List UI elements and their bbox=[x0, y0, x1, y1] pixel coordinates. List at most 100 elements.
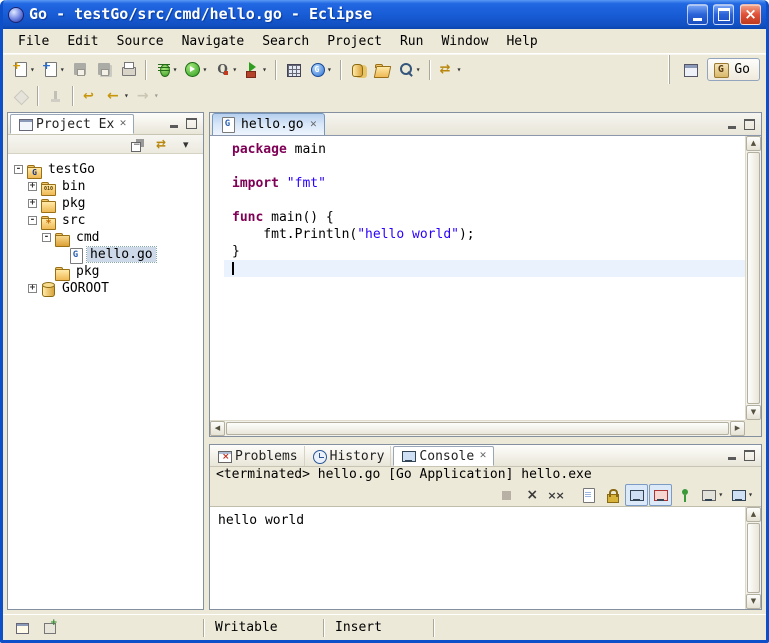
tab-project-explorer[interactable]: Project Ex ✕ bbox=[10, 114, 134, 134]
save-button[interactable] bbox=[69, 59, 92, 81]
go-perspective-button[interactable]: Go bbox=[707, 58, 760, 81]
menu-file[interactable]: File bbox=[9, 31, 58, 52]
titlebar[interactable]: Go - testGo/src/cmd/hello.go - Eclipse bbox=[3, 0, 766, 29]
tab-history[interactable]: History bbox=[305, 446, 392, 466]
print-button[interactable] bbox=[117, 59, 140, 81]
tree-expander[interactable]: - bbox=[42, 233, 51, 242]
scroll-left-button[interactable]: ◀ bbox=[210, 421, 225, 436]
minimize-button[interactable] bbox=[687, 4, 708, 25]
tree-item-testgo[interactable]: -testGo bbox=[8, 161, 203, 178]
maximize-editor-button[interactable] bbox=[742, 117, 757, 132]
code-line[interactable]: } bbox=[224, 243, 745, 260]
go-browser-button[interactable]: ▾ bbox=[306, 59, 335, 81]
code-line[interactable]: package main bbox=[224, 141, 745, 158]
collapse-all-button[interactable] bbox=[126, 136, 149, 153]
scroll-thumb[interactable] bbox=[747, 152, 760, 404]
tree-expander[interactable]: - bbox=[14, 165, 23, 174]
close-button[interactable] bbox=[740, 4, 761, 25]
open-resource-button[interactable] bbox=[371, 59, 394, 81]
menu-source[interactable]: Source bbox=[108, 31, 173, 52]
console-body[interactable]: hello world ▲ ▼ bbox=[210, 506, 761, 609]
tree-item-cmd[interactable]: -cmd bbox=[8, 229, 203, 246]
maximize-console-button[interactable] bbox=[742, 448, 757, 463]
menu-search[interactable]: Search bbox=[253, 31, 318, 52]
workbench-status-button[interactable] bbox=[38, 617, 61, 639]
tab-console[interactable]: Console✕ bbox=[393, 446, 493, 466]
open-type-button[interactable] bbox=[347, 59, 370, 81]
open-console-button[interactable]: ▾ bbox=[727, 484, 756, 506]
tree-item-goroot[interactable]: +GOROOT bbox=[8, 280, 203, 297]
menu-help[interactable]: Help bbox=[497, 31, 546, 52]
tree-expander[interactable]: + bbox=[28, 284, 37, 293]
view-menu-button[interactable] bbox=[176, 136, 199, 153]
new-wizard-button[interactable]: ▾ bbox=[9, 59, 38, 81]
show-stdout-button[interactable] bbox=[625, 484, 648, 506]
link-with-editor-button[interactable] bbox=[151, 136, 174, 153]
close-editor-icon[interactable]: ✕ bbox=[310, 119, 318, 131]
run-button[interactable]: ▾ bbox=[181, 59, 210, 81]
pin-console-button[interactable] bbox=[673, 484, 696, 506]
debug-button[interactable]: ▾ bbox=[152, 59, 181, 81]
minimize-editor-button[interactable] bbox=[724, 117, 739, 132]
minimize-view-button[interactable] bbox=[166, 116, 181, 131]
remove-launch-button[interactable] bbox=[519, 484, 542, 506]
menu-edit[interactable]: Edit bbox=[58, 31, 107, 52]
scroll-down-button[interactable]: ▼ bbox=[746, 594, 761, 609]
open-perspective-button[interactable] bbox=[679, 59, 702, 81]
pin-editor-button[interactable] bbox=[44, 85, 67, 107]
scroll-right-button[interactable]: ▶ bbox=[730, 421, 745, 436]
scroll-up-button[interactable]: ▲ bbox=[746, 507, 761, 522]
show-stderr-button[interactable] bbox=[649, 484, 672, 506]
code-line[interactable]: func main() { bbox=[224, 209, 745, 226]
search-button[interactable]: ▾ bbox=[395, 59, 424, 81]
tree-item-src[interactable]: -src bbox=[8, 212, 203, 229]
tree-item-pkg[interactable]: +pkg bbox=[8, 263, 203, 280]
menu-window[interactable]: Window bbox=[432, 31, 497, 52]
menu-run[interactable]: Run bbox=[391, 31, 432, 52]
code-area[interactable]: package main import "fmt" func main() { fm… bbox=[224, 136, 745, 420]
code-line[interactable]: import "fmt" bbox=[224, 175, 745, 192]
editor-hscrollbar[interactable]: ◀ ▶ bbox=[210, 420, 745, 436]
go-grid-button[interactable] bbox=[282, 59, 305, 81]
close-tab-icon[interactable]: ✕ bbox=[479, 450, 487, 462]
maximize-button[interactable] bbox=[713, 4, 734, 25]
project-tree[interactable]: -testGo+bin+pkg-src-cmd+hello.go+pkg+GOR… bbox=[8, 154, 203, 609]
fast-view-button[interactable] bbox=[11, 617, 34, 639]
tree-item-bin[interactable]: +bin bbox=[8, 178, 203, 195]
run-configurations-button[interactable]: ▾ bbox=[211, 59, 240, 81]
scroll-lock-button[interactable] bbox=[601, 484, 624, 506]
tree-expander[interactable]: + bbox=[28, 182, 37, 191]
annotation-ruler[interactable] bbox=[210, 136, 224, 420]
close-tab-icon[interactable]: ✕ bbox=[119, 118, 127, 130]
tree-item-hello-go[interactable]: +hello.go bbox=[8, 246, 203, 263]
team-sync-button[interactable]: ▾ bbox=[436, 59, 465, 81]
code-line[interactable] bbox=[224, 260, 745, 277]
editor-vscrollbar[interactable]: ▲ ▼ bbox=[745, 136, 761, 420]
maximize-view-button[interactable] bbox=[184, 116, 199, 131]
display-console-button[interactable]: ▾ bbox=[697, 484, 726, 506]
new-go-element-button[interactable]: ▾ bbox=[39, 59, 68, 81]
back-button[interactable]: ▾ bbox=[103, 85, 132, 107]
scroll-down-button[interactable]: ▼ bbox=[746, 405, 761, 420]
terminate-button[interactable] bbox=[495, 484, 518, 506]
clear-console-button[interactable] bbox=[577, 484, 600, 506]
code-line[interactable] bbox=[224, 192, 745, 209]
code-line[interactable] bbox=[224, 158, 745, 175]
mark-occurrences-button[interactable] bbox=[9, 85, 32, 107]
remove-all-launches-button[interactable] bbox=[543, 484, 566, 506]
scroll-thumb[interactable] bbox=[747, 523, 760, 593]
scroll-up-button[interactable]: ▲ bbox=[746, 136, 761, 151]
tree-item-pkg[interactable]: +pkg bbox=[8, 195, 203, 212]
editor-tab-hello-go[interactable]: hello.go ✕ bbox=[212, 113, 325, 135]
save-all-button[interactable] bbox=[93, 59, 116, 81]
last-edit-location-button[interactable] bbox=[79, 85, 102, 107]
menu-navigate[interactable]: Navigate bbox=[173, 31, 254, 52]
menu-project[interactable]: Project bbox=[318, 31, 391, 52]
console-vscrollbar[interactable]: ▲ ▼ bbox=[745, 507, 761, 609]
tree-expander[interactable]: - bbox=[28, 216, 37, 225]
tab-problems[interactable]: Problems bbox=[210, 446, 305, 466]
tree-expander[interactable]: + bbox=[28, 199, 37, 208]
minimize-console-button[interactable] bbox=[724, 448, 739, 463]
code-line[interactable]: fmt.Println("hello world"); bbox=[224, 226, 745, 243]
forward-button[interactable]: ▾ bbox=[133, 85, 162, 107]
